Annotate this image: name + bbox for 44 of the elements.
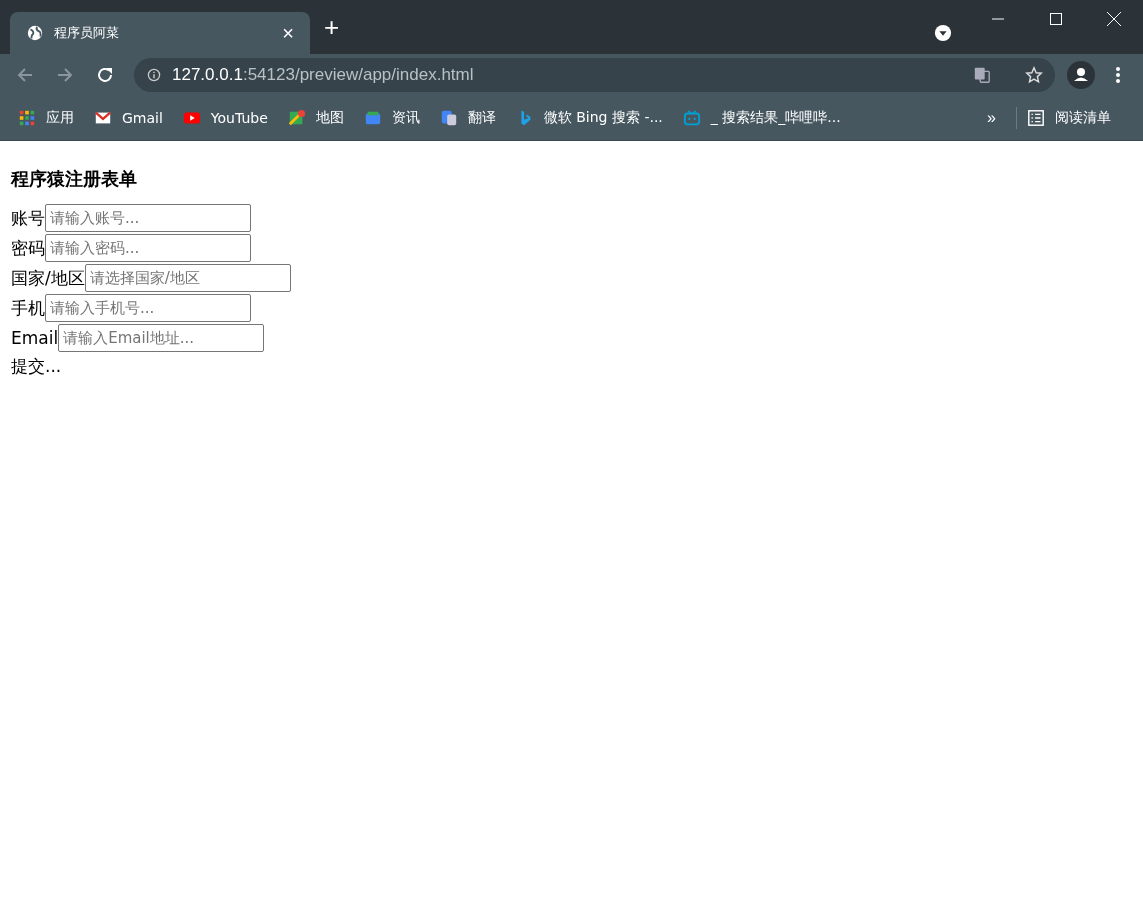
bookmark-link[interactable]: 应用 (18, 109, 74, 127)
field-label: 国家/地区 (11, 266, 85, 290)
bookmark-link[interactable]: Gmail (94, 109, 163, 127)
bookmark-link[interactable]: 翻译 (439, 109, 496, 127)
profile-icon[interactable] (1067, 61, 1095, 89)
tv-icon (682, 109, 701, 127)
form-heading: 程序猿注册表单 (11, 167, 138, 191)
reading-list-button[interactable]: 阅读清单 (1027, 109, 1111, 127)
url-host: 127.0.0.1 (172, 65, 243, 85)
input-field[interactable]: 请输入账号... (45, 204, 251, 232)
list-icon (1027, 109, 1045, 127)
field-label: Email (11, 328, 59, 348)
close-icon[interactable] (1107, 12, 1121, 26)
bookmark-link[interactable]: 资讯 (363, 109, 420, 127)
bookmark-link[interactable]: _ 搜索结果_哔哩哔... (682, 109, 841, 127)
field-label: 密码 (11, 236, 45, 260)
news-icon (363, 109, 382, 127)
new-tab-button[interactable]: + (324, 14, 340, 40)
bookmark-link[interactable]: 微软 Bing 搜索 -... (515, 109, 663, 127)
apps-grid-icon (18, 109, 36, 127)
maximize-icon[interactable] (1050, 13, 1062, 25)
bookmark-link[interactable]: YouTube (182, 109, 268, 127)
submit-text: 提交... (11, 355, 63, 378)
reload-icon[interactable] (96, 66, 114, 84)
address-bar[interactable]: 127.0.0.1:54123/preview/app/index.html (134, 58, 1055, 92)
field-label: 账号 (11, 206, 45, 230)
bookmark-link[interactable]: 地图 (287, 109, 344, 127)
info-icon (146, 67, 162, 83)
tab-title: 程序员阿菜 (54, 24, 120, 42)
more-bookmarks-button[interactable]: » (977, 109, 1006, 127)
tab-search-icon[interactable] (934, 24, 952, 42)
star-icon (1025, 66, 1043, 84)
input-field[interactable]: 请输入手机号... (45, 294, 251, 322)
back-arrow-icon[interactable] (16, 66, 34, 84)
browser-tab[interactable]: 程序员阿菜 × (10, 12, 310, 54)
forward-arrow-icon[interactable] (56, 66, 74, 84)
menu-icon[interactable] (1116, 67, 1120, 83)
input-field[interactable]: 请输入Email地址... (58, 324, 265, 352)
url-path: :54123/preview/app/index.html (242, 65, 474, 85)
field-label: 手机 (11, 296, 45, 320)
globe-icon (26, 24, 44, 42)
input-field[interactable]: 请选择国家/地区 (84, 264, 291, 292)
input-field[interactable]: 请输入密码... (45, 234, 251, 262)
close-tab-button[interactable]: × (278, 23, 298, 43)
